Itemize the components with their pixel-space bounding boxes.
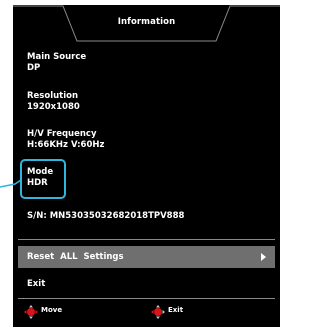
resolution-label: Resolution — [27, 91, 79, 101]
dpad-left-icon — [151, 305, 165, 319]
frequency-value: H:66KHz V:60Hz — [27, 140, 105, 150]
reset-all-settings-label: Reset ALL Settings — [27, 252, 124, 262]
exit-menu-item[interactable]: Exit — [27, 279, 45, 289]
dpad-left-right-icon — [24, 305, 38, 319]
main-source-value: DP — [27, 63, 41, 73]
page-title: Information — [117, 17, 176, 27]
mode-pointer-line — [0, 179, 22, 188]
frequency-label: H/V Frequency — [27, 129, 97, 139]
resolution-value: 1920x1080 — [27, 102, 80, 112]
osd-header: Information — [13, 5, 280, 42]
footer-exit-label: Exit — [168, 306, 184, 314]
mode-value: HDR — [27, 178, 48, 188]
serial-number: S/N: MN53035032682018TPV888 — [27, 211, 185, 221]
footer-move-label: Move — [41, 306, 63, 314]
divider-top — [18, 239, 275, 240]
divider-bottom — [18, 298, 275, 299]
mode-label: Mode — [27, 167, 54, 177]
reset-all-settings-item[interactable]: Reset ALL Settings — [18, 246, 275, 268]
main-source-label: Main Source — [27, 52, 87, 62]
chevron-right-icon — [261, 253, 266, 261]
osd-information-panel: Information Main Source DP Resolution 19… — [13, 5, 280, 327]
